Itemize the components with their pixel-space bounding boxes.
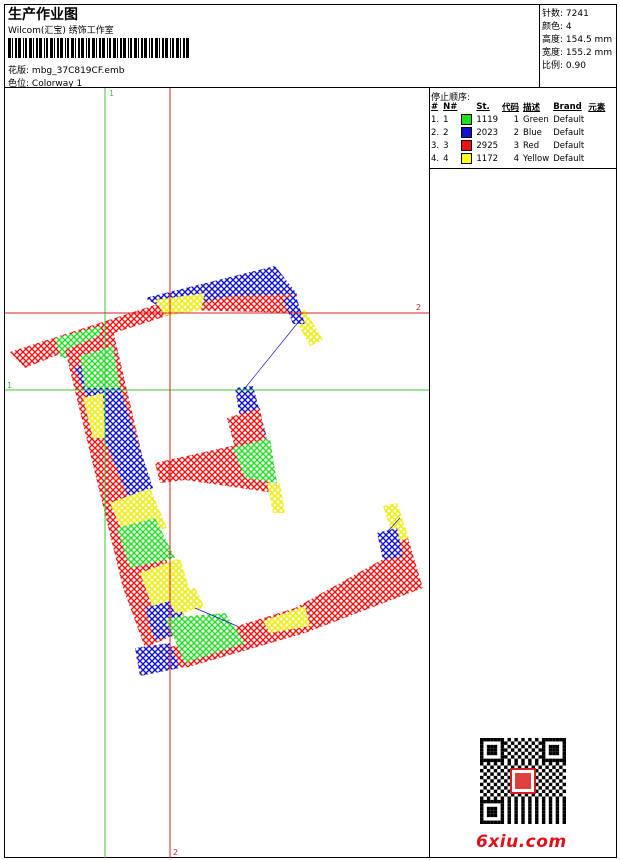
brand: Default [553, 114, 585, 125]
row-number: 4. [431, 153, 440, 164]
element [587, 113, 608, 126]
color-swatch-box [461, 140, 473, 151]
color-swatch-box [461, 114, 473, 125]
brand: Default [553, 127, 585, 138]
stat-stitches: 针数: 7241 [542, 9, 589, 19]
color-description: Blue [523, 127, 542, 138]
guide-green-v-label: 1 [109, 89, 114, 98]
table-row: 1. 1 1119 1 Green Default [430, 113, 608, 126]
col-desc: 描述 [523, 103, 541, 113]
element [587, 126, 608, 139]
col-num: # [431, 102, 439, 112]
stat-colors: 颜色: 4 [542, 22, 572, 32]
guide-red-v-label: 2 [173, 848, 178, 857]
side-panel-divider [429, 87, 430, 858]
table-divider [429, 168, 617, 169]
guide-green-h-label: 1 [7, 381, 12, 390]
color-swatch [460, 126, 475, 139]
page-title: 生产作业图 [8, 7, 78, 23]
color-description: Red [523, 140, 540, 151]
row-number: 2. [431, 127, 440, 138]
col-n: N# [443, 102, 458, 112]
stat-scale: 比例: 0.90 [542, 61, 586, 71]
row-number: 3. [431, 140, 440, 151]
stitch-count: 1172 [476, 153, 499, 164]
stat-height: 高度: 154.5 mm [542, 35, 613, 45]
company-name: Wilcom(汇宝) 绣饰工作室 [8, 26, 114, 36]
col-code: 代码 [502, 103, 520, 113]
needle-number: 4 [443, 153, 449, 164]
table-header-row: # N# St. 代码 描述 Brand 元素 [430, 101, 608, 113]
table-row: 4. 4 1172 4 Yellow Default [430, 152, 608, 165]
watermark-logo: 6xiu.com [476, 832, 567, 852]
element [587, 152, 608, 165]
row-number: 1. [431, 114, 440, 125]
design-filename: mbg_37C819CF.emb [31, 66, 125, 76]
element [587, 139, 608, 152]
color-swatch-box [461, 153, 473, 164]
patch-yellow [267, 483, 285, 513]
thread-code: 1 [513, 114, 520, 125]
stitch-count: 1119 [476, 114, 499, 125]
col-stitches: St. [476, 102, 490, 112]
color-swatch [460, 152, 475, 165]
stats-divider [539, 4, 540, 88]
col-swatch [460, 101, 475, 113]
stat-width: 宽度: 155.2 mm [542, 48, 613, 58]
color-description: Green [523, 114, 549, 125]
barcode [8, 38, 189, 58]
qr-code [480, 738, 566, 824]
brand: Default [553, 153, 585, 164]
table-row: 3. 3 2925 3 Red Default [430, 139, 608, 152]
embroidery-letter-e [10, 266, 423, 676]
thread-code: 3 [513, 140, 520, 151]
color-swatch [460, 139, 475, 152]
stitch-count: 2925 [476, 140, 499, 151]
table-row: 2. 2 2023 2 Blue Default [430, 126, 608, 139]
stitch-count: 2023 [476, 127, 499, 138]
color-description: Yellow [523, 153, 550, 164]
needle-number: 1 [443, 114, 449, 125]
design-info: 花版: mbg_37C819CF.emb [8, 63, 124, 76]
col-element: 元素 [588, 103, 606, 113]
brand: Default [553, 140, 585, 151]
thread-code: 4 [513, 153, 520, 164]
needle-number: 3 [443, 140, 449, 151]
thread-code: 2 [513, 127, 520, 138]
needle-number: 2 [443, 127, 449, 138]
stop-sequence-table: # N# St. 代码 描述 Brand 元素 1. 1 1119 1 Green Def… [430, 101, 608, 165]
guide-red-h-label: 2 [416, 303, 421, 312]
color-swatch-box [461, 127, 473, 138]
embroidery-preview: 1 1 2 2 [5, 88, 429, 858]
design-label: 花版: [8, 66, 30, 76]
color-swatch [460, 113, 475, 126]
col-brand: Brand [553, 102, 582, 112]
